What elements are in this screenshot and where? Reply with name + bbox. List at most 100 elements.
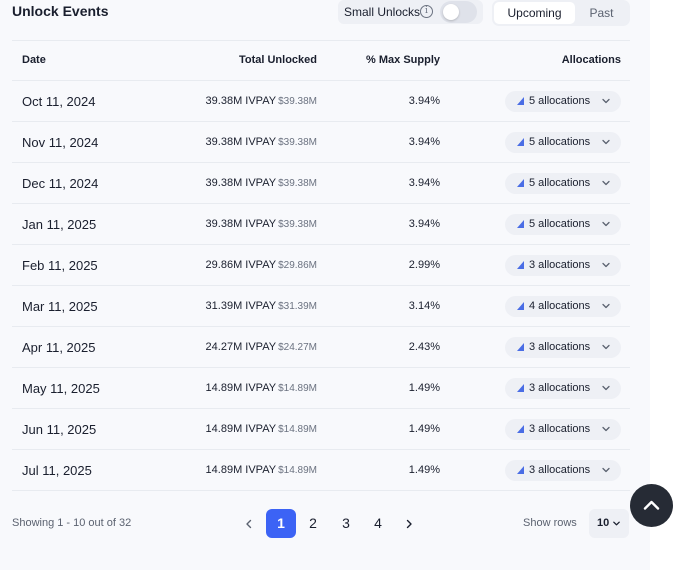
total-unlocked: 29.86M IVPAY $29.86M <box>206 259 317 271</box>
max-supply-percent: 1.49% <box>408 382 440 394</box>
max-supply-percent: 3.94% <box>408 136 440 148</box>
token-amount: 39.38M IVPAY <box>205 177 277 189</box>
table-row: Oct 11, 2024 39.38M IVPAY $39.38M 3.94% 5 al… <box>12 81 630 122</box>
usd-value: $39.38M <box>278 219 317 230</box>
allocations-dropdown[interactable]: 3 allocations <box>505 460 621 481</box>
usd-value: $24.27M <box>278 342 317 353</box>
allocations-count: 3 allocations <box>529 423 591 435</box>
allocations-dropdown[interactable]: 3 allocations <box>505 255 621 276</box>
table-row: Jul 11, 2025 14.89M IVPAY $14.89M 1.49% 3 al… <box>12 450 630 491</box>
max-supply-percent: 3.14% <box>408 300 440 312</box>
unlock-date: Jan 11, 2025 <box>22 217 97 232</box>
chevron-right-icon[interactable] <box>403 518 415 530</box>
chevron-down-icon <box>602 262 610 268</box>
token-amount: 39.38M IVPAY <box>205 218 277 230</box>
max-supply-percent: 2.99% <box>408 259 440 271</box>
max-supply-percent: 2.43% <box>408 341 440 353</box>
info-icon[interactable]: i <box>420 5 433 18</box>
token-amount: 14.89M IVPAY <box>205 464 277 476</box>
allocations-dropdown[interactable]: 3 allocations <box>505 419 621 440</box>
allocations-dropdown[interactable]: 5 allocations <box>505 214 621 235</box>
triangle-icon <box>517 220 524 228</box>
total-unlocked: 14.89M IVPAY $14.89M <box>206 423 317 435</box>
allocations-count: 3 allocations <box>529 464 591 476</box>
rows-per-page-select[interactable]: 10 <box>589 509 629 538</box>
table-body: Oct 11, 2024 39.38M IVPAY $39.38M 3.94% 5 al… <box>12 81 630 491</box>
allocations-dropdown[interactable]: 5 allocations <box>505 132 621 153</box>
table-row: Nov 11, 2024 39.38M IVPAY $39.38M 3.94% 5 al… <box>12 122 630 163</box>
page-button-3[interactable]: 3 <box>331 509 361 538</box>
unlock-date: Nov 11, 2024 <box>22 135 99 150</box>
table-row: Feb 11, 2025 29.86M IVPAY $29.86M 2.99% 3 al… <box>12 245 630 286</box>
total-unlocked: 14.89M IVPAY $14.89M <box>206 382 317 394</box>
chevron-down-icon <box>602 139 610 145</box>
chevron-down-icon <box>602 221 610 227</box>
chevron-down-icon <box>602 303 610 309</box>
unlock-date: Jun 11, 2025 <box>22 422 97 437</box>
page-button-4[interactable]: 4 <box>363 509 393 538</box>
column-header-date: Date <box>22 54 46 66</box>
table-row: Dec 11, 2024 39.38M IVPAY $39.38M 3.94% 5 al… <box>12 163 630 204</box>
allocations-count: 5 allocations <box>529 218 591 230</box>
unlock-events-panel: Unlock Events Small Unlocks i Upcoming P… <box>0 0 650 570</box>
allocations-count: 5 allocations <box>529 177 591 189</box>
table-row: Jun 11, 2025 14.89M IVPAY $14.89M 1.49% 3 al… <box>12 409 630 450</box>
max-supply-percent: 1.49% <box>408 423 440 435</box>
allocations-count: 5 allocations <box>529 95 591 107</box>
allocations-dropdown[interactable]: 3 allocations <box>505 378 621 399</box>
column-header-total-unlocked: Total Unlocked <box>238 54 317 66</box>
table-footer: Showing 1 - 10 out of 32 1 2 3 4 Show ro… <box>12 509 630 539</box>
chevron-down-icon <box>602 180 610 186</box>
allocations-count: 3 allocations <box>529 341 591 353</box>
usd-value: $29.86M <box>278 260 317 271</box>
unlock-events-header: Unlock Events Small Unlocks i Upcoming P… <box>12 0 630 26</box>
showing-count: Showing 1 - 10 out of 32 <box>12 517 132 529</box>
triangle-icon <box>517 384 524 392</box>
triangle-icon <box>517 179 524 187</box>
triangle-icon <box>517 343 524 351</box>
usd-value: $14.89M <box>278 465 317 476</box>
table-header: Date Total Unlocked % Max Supply Allocat… <box>12 40 630 81</box>
usd-value: $31.39M <box>278 301 317 312</box>
total-unlocked: 14.89M IVPAY $14.89M <box>206 464 317 476</box>
page-button-2[interactable]: 2 <box>298 509 328 538</box>
usd-value: $39.38M <box>278 178 317 189</box>
triangle-icon <box>517 466 524 474</box>
page-button-1[interactable]: 1 <box>266 509 296 538</box>
allocations-count: 5 allocations <box>529 136 591 148</box>
small-unlocks-toggle[interactable] <box>440 1 477 23</box>
tab-upcoming[interactable]: Upcoming <box>494 2 575 24</box>
unlock-date: Dec 11, 2024 <box>22 176 99 191</box>
scroll-to-top-button[interactable] <box>630 484 673 527</box>
chevron-down-icon <box>602 98 610 104</box>
max-supply-percent: 1.49% <box>408 464 440 476</box>
triangle-icon <box>517 302 524 310</box>
triangle-icon <box>517 261 524 269</box>
allocations-dropdown[interactable]: 5 allocations <box>505 173 621 194</box>
allocations-dropdown[interactable]: 3 allocations <box>505 337 621 358</box>
rows-per-page-value: 10 <box>597 517 610 529</box>
triangle-icon <box>517 138 524 146</box>
chevron-left-icon[interactable] <box>243 518 255 530</box>
allocations-count: 3 allocations <box>529 259 591 271</box>
tab-past[interactable]: Past <box>575 2 628 24</box>
triangle-icon <box>517 425 524 433</box>
total-unlocked: 31.39M IVPAY $31.39M <box>206 300 317 312</box>
unlock-date: Feb 11, 2025 <box>22 258 98 273</box>
token-amount: 24.27M IVPAY <box>205 341 277 353</box>
small-unlocks-control: Small Unlocks i <box>338 0 483 24</box>
table-row: Apr 11, 2025 24.27M IVPAY $24.27M 2.43% 3 al… <box>12 327 630 368</box>
chevron-down-icon <box>602 344 610 350</box>
usd-value: $39.38M <box>278 137 317 148</box>
allocations-count: 3 allocations <box>529 382 591 394</box>
chevron-up-icon <box>643 500 660 510</box>
column-header-allocations: Allocations <box>561 54 621 66</box>
unlock-date: Oct 11, 2024 <box>22 94 96 109</box>
allocations-dropdown[interactable]: 4 allocations <box>505 296 621 317</box>
time-filter-tabs: Upcoming Past <box>492 0 630 26</box>
allocations-dropdown[interactable]: 5 allocations <box>505 91 621 112</box>
unlock-events-table: Date Total Unlocked % Max Supply Allocat… <box>12 40 630 491</box>
chevron-down-icon <box>613 521 620 526</box>
total-unlocked: 39.38M IVPAY $39.38M <box>206 218 317 230</box>
total-unlocked: 39.38M IVPAY $39.38M <box>206 95 317 107</box>
